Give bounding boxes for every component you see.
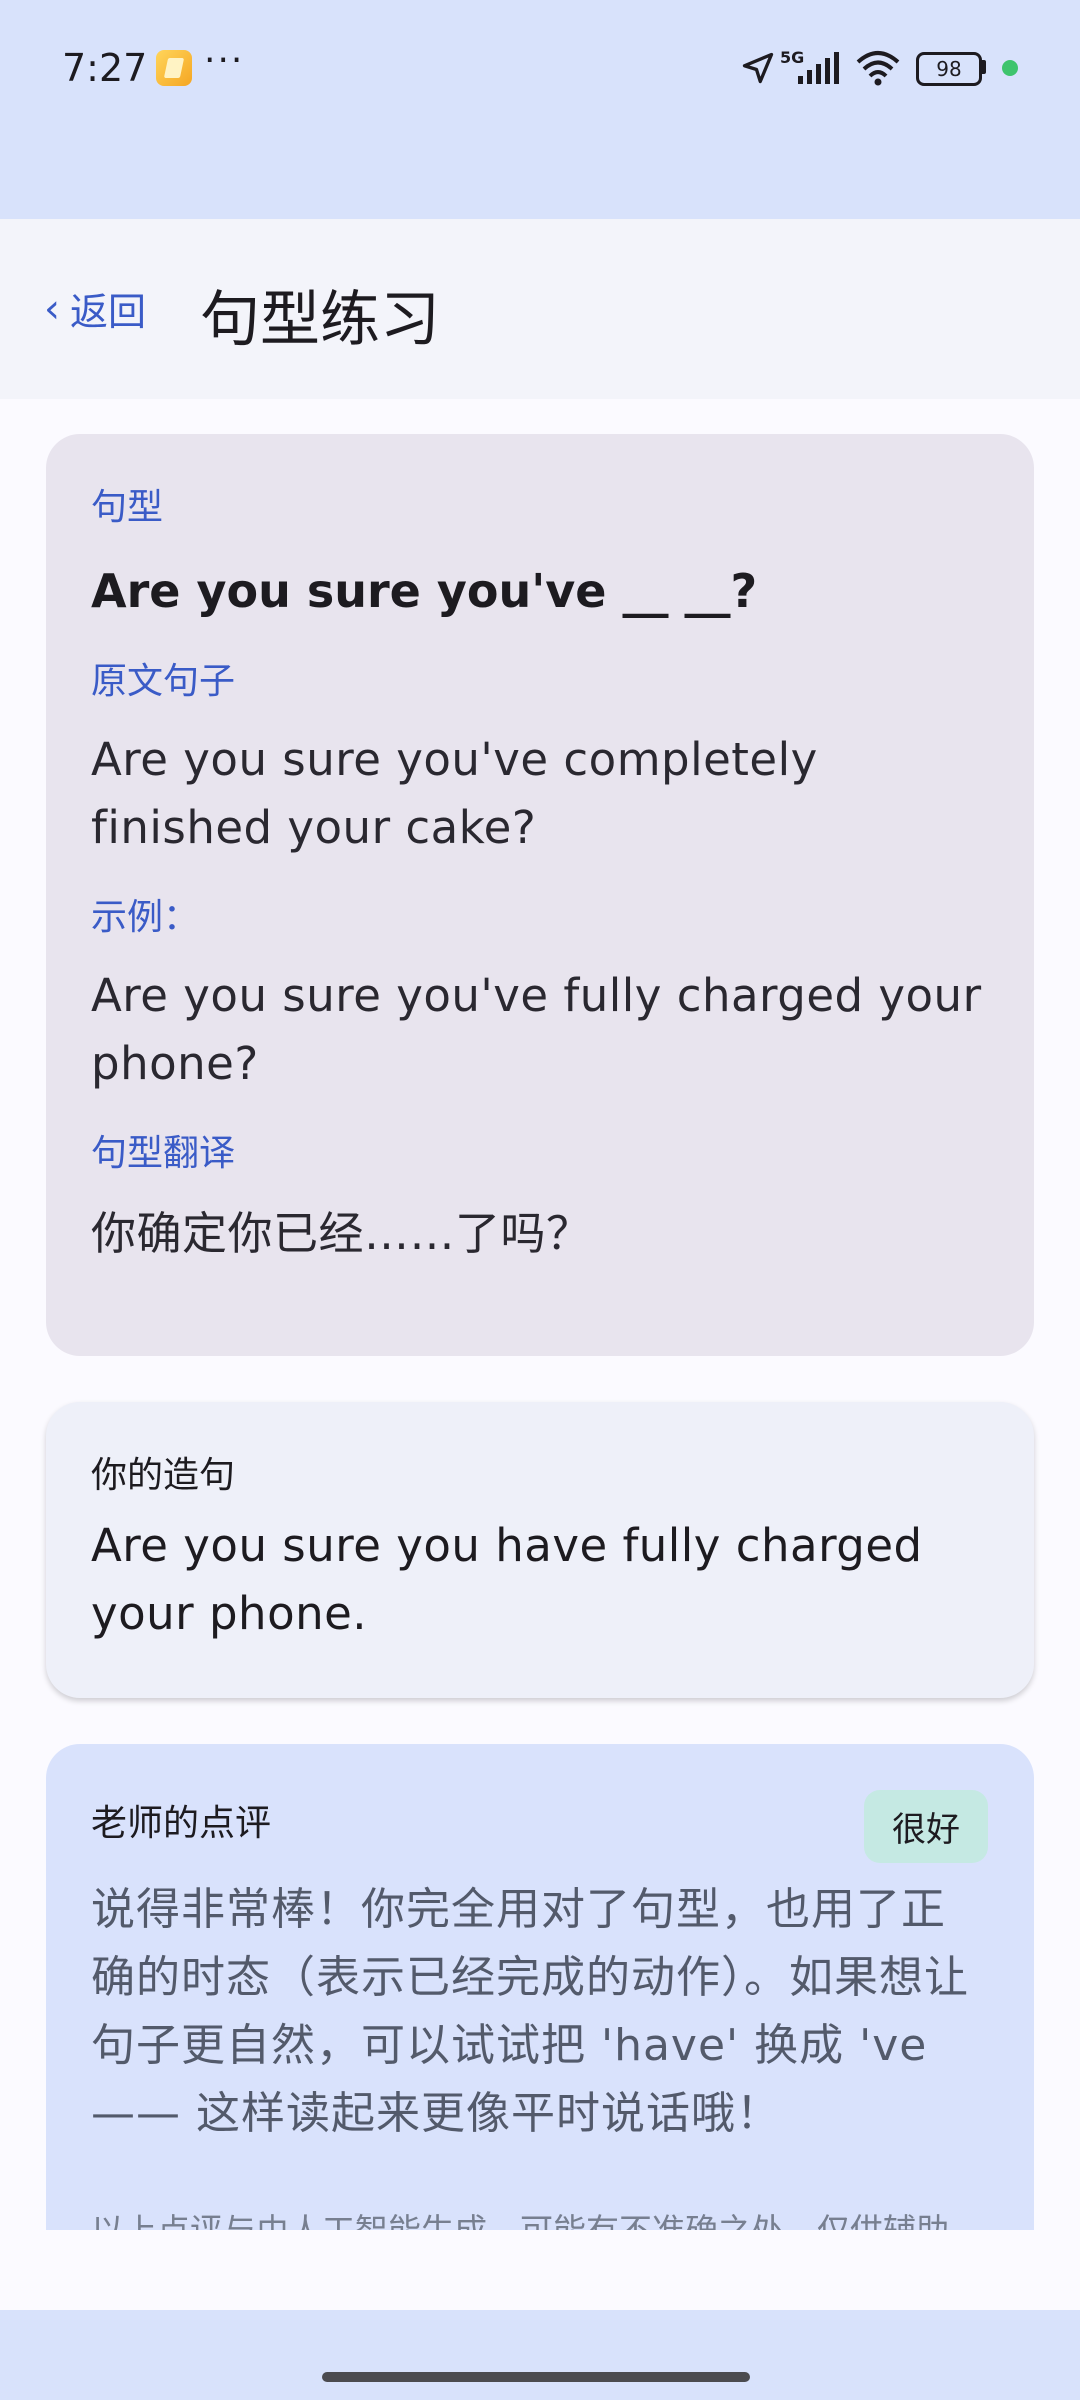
app-header: ‹ 返回 句型练习 xyxy=(0,219,1080,399)
wifi-icon xyxy=(856,51,900,86)
pattern-card: 句型 Are you sure you've __ __? 原文句子 Are y… xyxy=(46,434,1034,1356)
pattern-label: 句型 xyxy=(91,487,164,528)
example-label: 示例： xyxy=(91,897,200,938)
original-sentence: Are you sure you've completely finished … xyxy=(91,733,818,854)
chevron-left-icon: ‹ xyxy=(44,285,60,332)
bottom-bar xyxy=(0,2310,1080,2400)
pattern-translation: 你确定你已经……了吗？ xyxy=(91,1207,592,1260)
page-title: 句型练习 xyxy=(200,285,440,355)
pattern-text: Are you sure you've __ __? xyxy=(91,564,758,618)
signal-icon xyxy=(798,52,839,84)
back-button[interactable]: ‹ 返回 xyxy=(44,281,146,336)
home-indicator[interactable] xyxy=(322,2372,750,2382)
rating-badge: 很好 xyxy=(864,1790,988,1863)
status-time: 7:27 xyxy=(62,46,148,90)
more-notifications-icon: ··· xyxy=(204,40,245,81)
notes-app-icon xyxy=(156,50,192,86)
teacher-review-card: 老师的点评 很好 说得非常棒！你完全用对了句型，也用了正确的时态（表示已经完成的… xyxy=(46,1744,1034,2230)
user-sentence-label: 你的造句 xyxy=(91,1455,236,1496)
review-text: 说得非常棒！你完全用对了句型，也用了正确的时态（表示已经完成的动作）。如果想让句… xyxy=(91,1884,969,2139)
translation-label: 句型翻译 xyxy=(91,1133,236,1174)
battery-icon: 98 xyxy=(916,52,982,86)
original-sentence-label: 原文句子 xyxy=(91,661,236,702)
review-label: 老师的点评 xyxy=(91,1803,272,1844)
back-label: 返回 xyxy=(70,290,147,334)
example-sentence: Are you sure you've fully charged your p… xyxy=(91,969,982,1090)
location-icon xyxy=(742,52,774,84)
user-sentence-card: 你的造句 Are you sure you have fully charged… xyxy=(46,1402,1034,1698)
status-icons: 5G 98 xyxy=(740,0,1080,140)
battery-tip xyxy=(982,60,986,74)
user-sentence: Are you sure you have fully charged your… xyxy=(91,1519,923,1640)
privacy-indicator-dot xyxy=(1002,60,1018,76)
status-bar: 7:27 ··· 5G 98 xyxy=(0,0,1080,219)
ai-disclaimer: 以上点评与由人工智能生成，可能有不准确之处，仅供辅助 xyxy=(91,2204,989,2230)
